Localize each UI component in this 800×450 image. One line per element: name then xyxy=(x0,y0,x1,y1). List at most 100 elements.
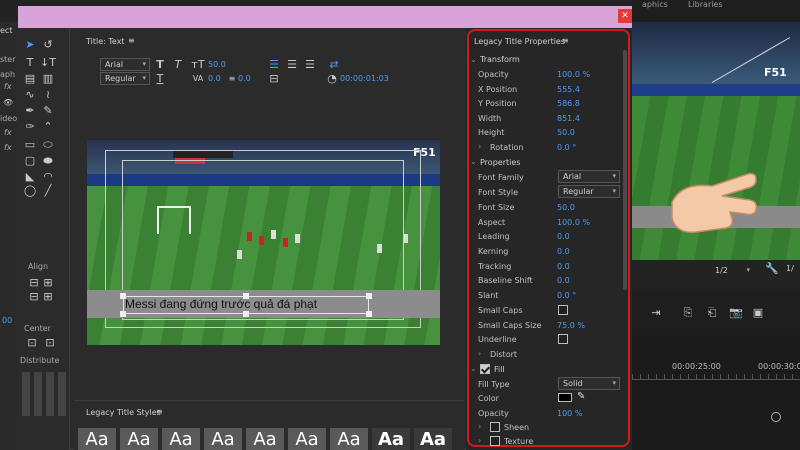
underline-checkbox[interactable] xyxy=(558,334,568,344)
toolbar-leading[interactable]: 0.0 xyxy=(238,74,251,83)
lift-icon[interactable]: ⎘ xyxy=(680,306,696,320)
fill-opacity-value[interactable]: 100 % xyxy=(557,409,582,418)
vertical-path-type-icon[interactable]: ≀ xyxy=(40,88,56,102)
rectangle-tool-icon[interactable]: ▭ xyxy=(22,138,38,152)
slant-value[interactable]: 0.0 ° xyxy=(557,291,576,300)
italic-icon[interactable]: T xyxy=(170,58,186,72)
fill-twirl[interactable]: ⌄ xyxy=(470,364,477,373)
delete-anchor-icon[interactable]: ✎ xyxy=(40,104,56,118)
handle-tr[interactable] xyxy=(366,293,372,299)
properties-twirl[interactable]: ⌄ xyxy=(470,157,477,166)
step-forward-icon[interactable]: ⇥ xyxy=(648,306,664,320)
properties-scrollbar[interactable] xyxy=(623,50,627,290)
aspect-value[interactable]: 100.0 % xyxy=(557,218,590,227)
fill-type-select[interactable]: Solid ▾ xyxy=(558,377,620,390)
pen-tool-icon[interactable]: ✒ xyxy=(22,104,38,118)
y-position-value[interactable]: 586.8 xyxy=(557,99,580,108)
page-select[interactable]: 1/2 ▾ xyxy=(710,264,754,277)
align-text-left-icon[interactable]: ☰ xyxy=(266,58,282,72)
fill-checkbox[interactable] xyxy=(480,364,490,374)
styles-panel-header[interactable]: Legacy Title Styles xyxy=(86,408,161,417)
style-tile-6[interactable]: Aa xyxy=(288,428,326,450)
handle-bl[interactable] xyxy=(120,311,126,317)
texture-twirl[interactable]: › xyxy=(478,436,481,445)
color-swatch[interactable] xyxy=(558,393,572,402)
transform-twirl[interactable]: ⌄ xyxy=(470,55,477,64)
properties-header[interactable]: Legacy Title Properties xyxy=(474,37,565,46)
baseline-shift-value[interactable]: 0.0 xyxy=(557,276,570,285)
toolbar-font-size[interactable]: 50.0 xyxy=(208,60,226,69)
underline-icon[interactable]: T xyxy=(152,72,168,86)
opacity-value[interactable]: 100.0 % xyxy=(557,70,590,79)
vertical-type-tool-icon[interactable]: ↓T xyxy=(40,56,56,70)
ellipse-tool-icon[interactable]: ◯ xyxy=(22,184,38,198)
align-center-icon[interactable]: ⊞ xyxy=(40,276,56,290)
toolbar-kerning[interactable]: 0.0 xyxy=(208,74,221,83)
leading-value[interactable]: 0.0 xyxy=(557,232,570,241)
align-text-right-icon[interactable]: ☰ xyxy=(302,58,318,72)
center-horizontal-icon[interactable]: ⊡ xyxy=(24,336,40,350)
add-anchor-icon[interactable]: ✑ xyxy=(22,120,38,134)
button-editor-icon[interactable]: ▣ xyxy=(750,306,766,320)
panel-tab-libraries[interactable]: Libraries xyxy=(688,0,723,9)
rounded-rect-tool-icon[interactable]: ▢ xyxy=(22,154,38,168)
sheen-checkbox[interactable] xyxy=(490,422,500,432)
tab-stops-icon[interactable]: ⊟ xyxy=(266,72,282,86)
zoom-handle[interactable] xyxy=(771,412,781,422)
prop-font-style-select[interactable]: Regular ▾ xyxy=(558,185,620,198)
small-caps-checkbox[interactable] xyxy=(558,305,568,315)
width-value[interactable]: 851.4 xyxy=(557,114,580,123)
height-value[interactable]: 50.0 xyxy=(557,128,575,137)
style-tile-1[interactable]: Aa xyxy=(78,428,116,450)
type-tool-icon[interactable]: T xyxy=(22,56,38,70)
style-tile-4[interactable]: Aa xyxy=(204,428,242,450)
title-panel-menu-icon[interactable]: ≡ xyxy=(128,36,135,45)
style-tile-5[interactable]: Aa xyxy=(246,428,284,450)
path-type-tool-icon[interactable]: ∿ xyxy=(22,88,38,102)
rotation-tool-icon[interactable]: ↺ xyxy=(40,38,56,52)
properties-menu-icon[interactable]: ≡ xyxy=(562,36,569,45)
style-tile-7[interactable]: Aa xyxy=(330,428,368,450)
camera-icon[interactable]: 📷 xyxy=(728,306,744,320)
tracking-value[interactable]: 0.0 xyxy=(557,262,570,271)
caption-text[interactable]: Messi đang đứng trước quả đá phạt xyxy=(125,297,317,311)
wedge-tool-icon[interactable]: ◣ xyxy=(22,170,38,184)
style-tile-9[interactable]: Aa xyxy=(414,428,452,450)
bold-icon[interactable]: T xyxy=(152,58,168,72)
sheen-twirl[interactable]: › xyxy=(478,422,481,431)
font-family-select[interactable]: Arial ▾ xyxy=(100,58,150,71)
arc-tool-icon[interactable]: ◠ xyxy=(40,170,56,184)
selection-tool-icon[interactable]: ➤ xyxy=(22,38,38,52)
rounded-corner-icon[interactable]: ⬬ xyxy=(40,154,56,168)
handle-bm[interactable] xyxy=(243,311,249,317)
convert-anchor-icon[interactable]: ⌃ xyxy=(40,120,56,134)
prop-font-family-select[interactable]: Arial ▾ xyxy=(558,170,620,183)
title-canvas[interactable]: F51 Messi đang đứng trước quả đá phạt xyxy=(87,140,440,345)
effects-tab-partial[interactable]: ect xyxy=(0,26,12,35)
wrench-icon[interactable]: 🔧 xyxy=(764,262,780,276)
area-type-tool-icon[interactable]: ▤ xyxy=(22,72,38,86)
handle-tl[interactable] xyxy=(120,293,126,299)
style-tile-8[interactable]: Aa xyxy=(372,428,410,450)
x-position-value[interactable]: 555.4 xyxy=(557,85,580,94)
panel-tab-graphics[interactable]: aphics xyxy=(642,0,668,9)
font-size-value[interactable]: 50.0 xyxy=(557,203,575,212)
eyedropper-icon[interactable]: ✎ xyxy=(577,391,585,402)
distort-twirl[interactable]: › xyxy=(478,349,481,358)
line-tool-icon[interactable]: ╱ xyxy=(40,184,56,198)
title-panel-header[interactable]: Title: Text xyxy=(86,37,125,46)
toolbar-timecode[interactable]: 00:00:01:03 xyxy=(340,74,389,83)
extract-icon[interactable]: ⎗ xyxy=(704,306,720,320)
clipped-corner-icon[interactable]: ⬭ xyxy=(40,138,56,152)
left-eye-icon[interactable]: 👁 xyxy=(3,98,13,107)
small-caps-size-value[interactable]: 75.0 % xyxy=(557,321,585,330)
font-style-select[interactable]: Regular ▾ xyxy=(100,72,150,85)
handle-br[interactable] xyxy=(366,311,372,317)
show-background-icon[interactable]: ⇄ xyxy=(326,58,342,72)
rotation-twirl[interactable]: › xyxy=(478,142,481,151)
kerning-value[interactable]: 0.0 xyxy=(557,247,570,256)
align-middle-icon[interactable]: ⊞ xyxy=(40,290,56,304)
style-tile-3[interactable]: Aa xyxy=(162,428,200,450)
style-tile-2[interactable]: Aa xyxy=(120,428,158,450)
vertical-area-type-icon[interactable]: ▥ xyxy=(40,72,56,86)
